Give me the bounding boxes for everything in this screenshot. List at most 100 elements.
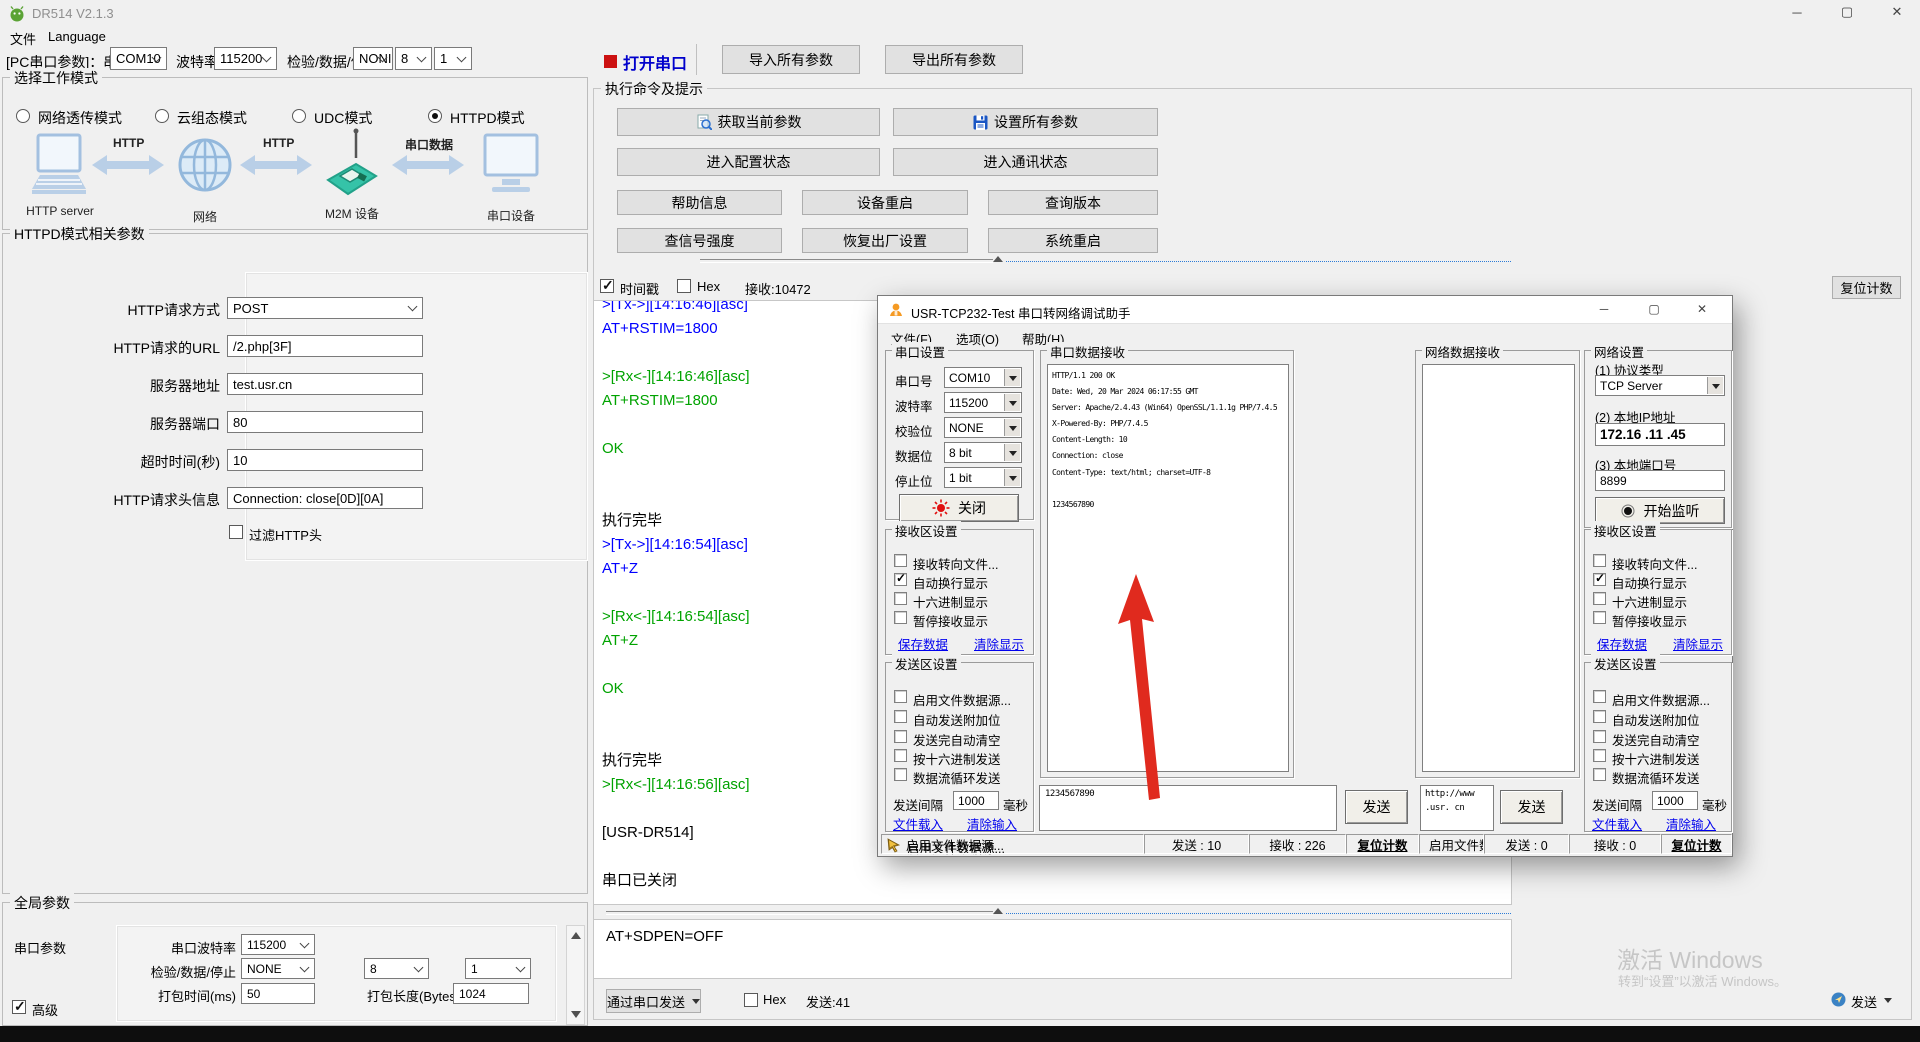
timestamp-label[interactable]: 时间戳 (620, 279, 659, 298)
loop-send-checkbox[interactable] (894, 768, 907, 781)
usr-status-net-enable-file-source[interactable]: 启用文件数据源... (1419, 834, 1484, 854)
hex-label[interactable]: Hex (697, 279, 720, 294)
splitter-bottom[interactable] (606, 911, 993, 915)
device-reboot-button[interactable]: 设备重启 (802, 190, 968, 215)
usr-status-enable-file-source[interactable]: 启用文件数据源... (881, 834, 1144, 854)
radio-udc[interactable] (292, 109, 306, 123)
help-info-button[interactable]: 帮助信息 (617, 190, 782, 215)
parity-select[interactable]: NONI (353, 47, 393, 70)
hex-display-label[interactable]: 十六进制显示 (913, 592, 988, 611)
databits-select[interactable]: 8 (395, 47, 432, 70)
load-file-link[interactable]: 文件载入 (893, 814, 943, 833)
radio-httpd[interactable] (428, 109, 442, 123)
net-recv-to-file-checkbox[interactable] (1593, 554, 1606, 567)
net-hex-display-label[interactable]: 十六进制显示 (1612, 592, 1687, 611)
radio-net-passthrough-label[interactable]: 网络透传模式 (38, 108, 122, 128)
usr-com-select[interactable]: COM10 (944, 367, 1022, 388)
close-button[interactable]: ✕ (1882, 2, 1912, 22)
global-databits-select[interactable]: 8 (364, 958, 429, 979)
file-data-source-label[interactable]: 启用文件数据源... (913, 690, 1011, 709)
global-scrollbar[interactable] (566, 925, 585, 1025)
timestamp-checkbox[interactable] (600, 279, 614, 293)
usr-status-net-reset-count[interactable]: 复位计数 (1661, 834, 1732, 854)
auto-wrap-checkbox[interactable] (894, 573, 907, 586)
bottom-send-button[interactable]: 发送 (1851, 992, 1877, 1011)
net-save-data-link[interactable]: 保存数据 (1597, 634, 1647, 653)
dropdown-icon[interactable] (1004, 419, 1020, 436)
advanced-checkbox[interactable] (12, 1000, 26, 1014)
net-loop-send-label[interactable]: 数据流循环发送 (1612, 768, 1700, 787)
global-stopbits-select[interactable]: 1 (465, 958, 531, 979)
enter-config-button[interactable]: 进入配置状态 (617, 148, 880, 176)
server-port-field[interactable]: 80 (227, 411, 423, 433)
splitter-collapse-icon[interactable] (993, 256, 1003, 262)
scroll-up-icon[interactable] (571, 932, 581, 939)
usr-serial-send-input[interactable]: 1234567890 (1039, 785, 1337, 831)
usr-minimize-button[interactable]: ─ (1590, 300, 1618, 318)
usr-net-send-button[interactable]: 发送 (1500, 790, 1563, 824)
usr-net-recv-area[interactable] (1422, 364, 1575, 772)
usr-baud-select[interactable]: 115200 (944, 392, 1022, 413)
usr-maximize-button[interactable]: ▢ (1640, 300, 1668, 318)
save-data-link[interactable]: 保存数据 (898, 634, 948, 653)
dropdown-icon[interactable] (1004, 444, 1020, 461)
net-file-data-source-label[interactable]: 启用文件数据源... (1612, 690, 1710, 709)
pack-len-field[interactable]: 1024 (453, 983, 529, 1004)
radio-cloud-label[interactable]: 云组态模式 (177, 108, 247, 128)
send-hex-checkbox[interactable] (744, 993, 758, 1007)
dropdown-icon[interactable] (1004, 394, 1020, 411)
hex-checkbox[interactable] (677, 279, 691, 293)
filter-http-label[interactable]: 过滤HTTP头 (249, 525, 322, 544)
protocol-type-select[interactable]: TCP Server (1595, 375, 1725, 396)
chevron-down-icon[interactable] (1884, 998, 1892, 1003)
net-recv-to-file-label[interactable]: 接收转向文件... (1612, 554, 1697, 573)
usr-serial-send-button[interactable]: 发送 (1345, 790, 1408, 824)
factory-reset-button[interactable]: 恢复出厂设置 (802, 228, 968, 253)
splitter-top[interactable] (700, 259, 993, 263)
usr-status-serial-reset-count[interactable]: 复位计数 (1346, 834, 1419, 854)
query-version-button[interactable]: 查询版本 (988, 190, 1158, 215)
import-params-button[interactable]: 导入所有参数 (722, 45, 860, 74)
auto-send-suffix-checkbox[interactable] (894, 710, 907, 723)
pause-recv-checkbox[interactable] (894, 611, 907, 624)
global-parity-select[interactable]: NONE (241, 958, 315, 979)
net-load-file-link[interactable]: 文件载入 (1592, 814, 1642, 833)
open-serial-button[interactable]: 打开串口 (623, 50, 687, 74)
net-clear-after-send-checkbox[interactable] (1593, 730, 1606, 743)
usr-close-serial-button[interactable]: 关闭 (899, 494, 1019, 522)
net-pause-recv-label[interactable]: 暂停接收显示 (1612, 611, 1687, 630)
net-send-interval-field[interactable]: 1000 (1652, 791, 1698, 810)
radio-net-passthrough[interactable] (16, 109, 30, 123)
server-addr-field[interactable]: test.usr.cn (227, 373, 423, 395)
dropdown-icon[interactable] (1004, 369, 1020, 386)
auto-send-suffix-label[interactable]: 自动发送附加位 (913, 710, 1001, 729)
clear-input-link[interactable]: 清除输入 (967, 814, 1017, 833)
splitter-bottom-dotted[interactable] (1006, 913, 1511, 914)
send-via-serial-button[interactable]: 通过串口发送 (606, 989, 701, 1013)
hex-display-checkbox[interactable] (894, 592, 907, 605)
enter-comm-button[interactable]: 进入通讯状态 (893, 148, 1158, 176)
net-auto-send-suffix-checkbox[interactable] (1593, 710, 1606, 723)
baud-select[interactable]: 115200 (214, 47, 277, 70)
net-clear-input-link[interactable]: 清除输入 (1666, 814, 1716, 833)
menu-file[interactable]: 文件 (10, 29, 36, 48)
timeout-field[interactable]: 10 (227, 449, 423, 471)
stopbits-select[interactable]: 1 (434, 47, 472, 70)
system-reboot-button[interactable]: 系统重启 (988, 228, 1158, 253)
auto-wrap-label[interactable]: 自动换行显示 (913, 573, 988, 592)
scroll-down-icon[interactable] (571, 1011, 581, 1018)
http-url-field[interactable]: /2.php[3F] (227, 335, 423, 357)
global-baud-select[interactable]: 115200 (241, 934, 315, 955)
set-params-button[interactable]: 设置所有参数 (893, 108, 1158, 136)
radio-udc-label[interactable]: UDC模式 (314, 108, 372, 128)
usr-databits-select[interactable]: 8 bit (944, 442, 1022, 463)
http-method-select[interactable]: POST (227, 297, 423, 319)
minimize-button[interactable]: ─ (1782, 2, 1812, 22)
net-auto-wrap-checkbox[interactable] (1593, 573, 1606, 586)
usr-stopbits-select[interactable]: 1 bit (944, 467, 1022, 488)
splitter-top-dotted[interactable] (1006, 261, 1511, 262)
net-send-as-hex-checkbox[interactable] (1593, 749, 1606, 762)
send-hex-label[interactable]: Hex (763, 992, 786, 1007)
dropdown-icon[interactable] (1004, 469, 1020, 486)
usr-net-send-input[interactable]: http://www .usr. cn (1420, 785, 1494, 831)
